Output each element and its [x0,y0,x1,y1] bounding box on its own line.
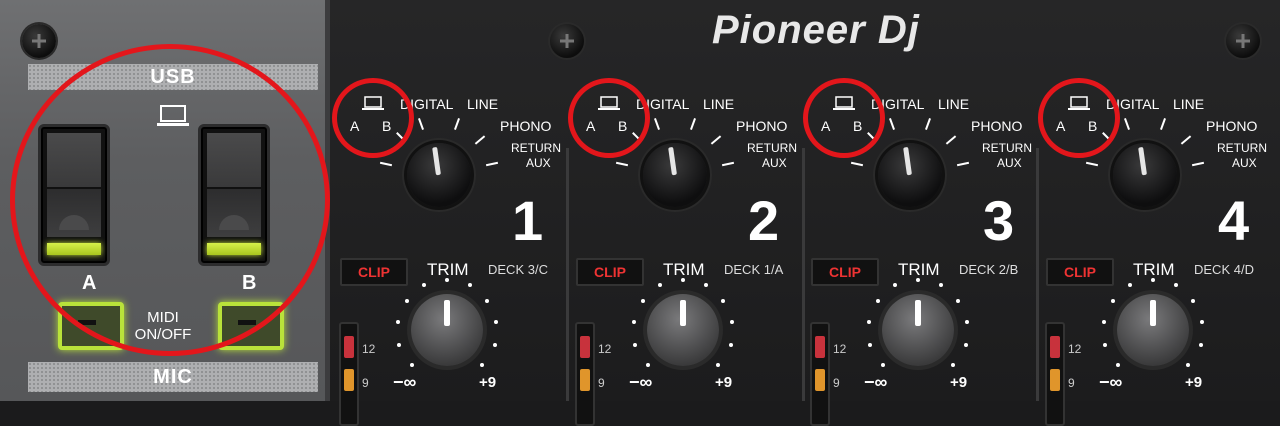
meter-12-label: 12 [598,342,612,356]
trim-min-label: −∞ [393,372,417,392]
trim-scale-dot [404,298,409,303]
trim-pointer [444,300,450,326]
channel-number: 1 [512,189,544,252]
trim-min-label: −∞ [1099,372,1123,392]
channel-divider [802,148,805,401]
deck-label: DECK 4/D [1194,262,1254,277]
screw-icon [550,24,584,58]
meter-12-label: 12 [1068,342,1082,356]
trim-max-label: +9 [1185,374,1203,391]
screw-icon [1226,24,1260,58]
meter-9-label: 9 [1068,376,1075,390]
input-phono-label: PHONO [1206,118,1258,134]
highlight-circle-ch3 [803,78,885,158]
input-aux-label: AUX [997,156,1022,170]
clip-label: CLIP [829,264,861,280]
clip-label: CLIP [358,264,390,280]
trim-label: TRIM [1133,260,1175,279]
meter-9-label: 9 [598,376,605,390]
channel-divider [566,148,569,401]
trim-scale-dot [631,320,636,325]
meter-9-label: 9 [833,376,840,390]
input-aux-label: AUX [526,156,551,170]
level-meter [339,322,359,426]
input-line-label: LINE [938,96,970,112]
trim-scale-dot [1151,278,1155,282]
highlight-circle-ch1 [332,78,414,158]
input-return-label: RETURN [511,141,561,155]
input-return-label: RETURN [747,141,797,155]
input-selector-knob[interactable] [643,143,707,207]
trim-scale-dot [681,278,685,282]
clip-indicator: CLIP [1046,258,1114,286]
highlight-circle-ch4 [1038,78,1120,158]
level-meter [810,322,830,426]
level-meter [1045,322,1065,426]
mic-label: MIC [153,365,193,388]
deck-label: DECK 2/B [959,262,1019,277]
clip-indicator: CLIP [576,258,644,286]
trim-max-label: +9 [950,374,968,391]
trim-scale-dot [395,320,400,325]
trim-pointer [1150,300,1156,326]
deck-label: DECK 3/C [488,262,548,277]
screw-icon [22,24,56,58]
input-aux-label: AUX [1232,156,1257,170]
knob-pointer [432,146,441,176]
trim-scale-dot [866,320,871,325]
knob-pointer [1138,146,1147,176]
input-return-label: RETURN [1217,141,1267,155]
trim-label: TRIM [898,260,940,279]
clip-indicator: CLIP [340,258,408,286]
trim-scale-dot [445,278,449,282]
level-meter [575,322,595,426]
meter-12-label: 12 [833,342,847,356]
meter-9-label: 9 [362,376,369,390]
input-return-label: RETURN [982,141,1032,155]
knob-pointer [903,146,912,176]
trim-scale-dot [1101,320,1106,325]
trim-knob[interactable] [647,294,719,366]
trim-max-label: +9 [715,374,733,391]
input-line-label: LINE [467,96,499,112]
trim-label: TRIM [663,260,705,279]
input-aux-label: AUX [762,156,787,170]
trim-pointer [915,300,921,326]
trim-knob[interactable] [411,294,483,366]
trim-scale-dot [1110,298,1115,303]
clip-label: CLIP [1064,264,1096,280]
channel-number: 2 [748,189,780,252]
input-selector-knob[interactable] [1113,143,1177,207]
input-selector-knob[interactable] [878,143,942,207]
trim-label: TRIM [427,260,469,279]
trim-knob[interactable] [1117,294,1189,366]
trim-pointer [680,300,686,326]
trim-knob[interactable] [882,294,954,366]
trim-scale-dot [916,278,920,282]
highlight-circle-ch2 [568,78,650,158]
channel-number: 4 [1218,189,1250,252]
pioneer-dj-logo: Pioneer Dj [712,8,920,52]
highlight-circle-usb [10,44,330,356]
input-line-label: LINE [1173,96,1205,112]
trim-scale-dot [640,298,645,303]
knob-pointer [668,146,677,176]
trim-max-label: +9 [479,374,497,391]
input-line-label: LINE [703,96,735,112]
trim-min-label: −∞ [629,372,653,392]
clip-label: CLIP [594,264,626,280]
clip-indicator: CLIP [811,258,879,286]
channel-divider [1036,148,1039,401]
channel-number: 3 [983,189,1015,252]
input-phono-label: PHONO [736,118,788,134]
meter-12-label: 12 [362,342,376,356]
mic-label-bar: MIC [28,362,318,392]
input-phono-label: PHONO [500,118,552,134]
trim-min-label: −∞ [864,372,888,392]
deck-label: DECK 1/A [724,262,784,277]
input-selector-knob[interactable] [407,143,471,207]
input-phono-label: PHONO [971,118,1023,134]
trim-scale-dot [875,298,880,303]
